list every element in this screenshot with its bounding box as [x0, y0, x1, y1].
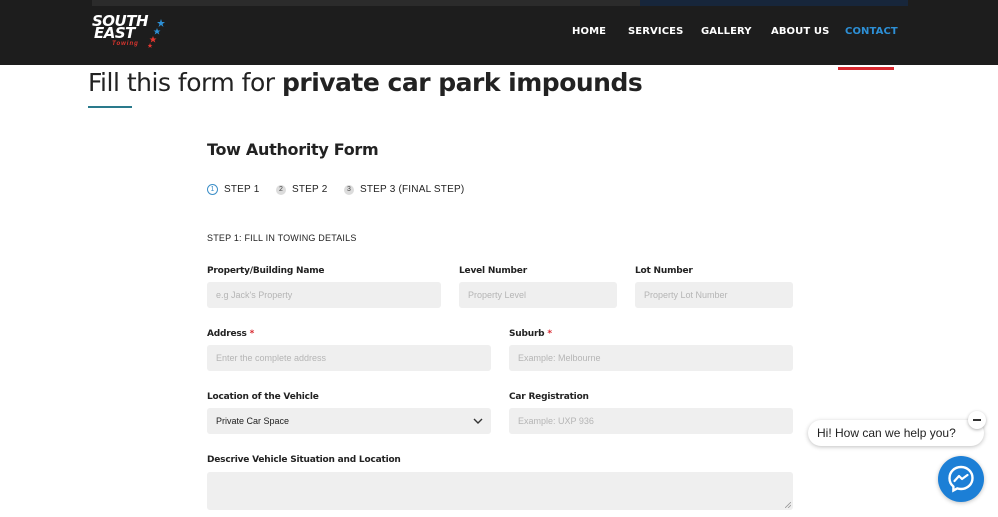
step-3-label: STEP 3 (FINAL STEP) — [360, 184, 465, 195]
messenger-button[interactable] — [938, 456, 984, 502]
top-strip-accent — [640, 0, 908, 6]
chat-dismiss-icon[interactable] — [968, 411, 986, 429]
address-input[interactable]: Enter the complete address — [207, 345, 491, 371]
level-input[interactable]: Property Level — [459, 282, 617, 308]
step-heading: STEP 1: FILL IN TOWING DETAILS — [207, 233, 357, 243]
step-1-label: STEP 1 — [224, 184, 260, 195]
logo-line-3: Towing — [112, 41, 139, 47]
property-input[interactable]: e.g Jack's Property — [207, 282, 441, 308]
messenger-icon — [948, 465, 974, 493]
level-label: Level Number — [459, 266, 527, 276]
chat-greeting-bubble[interactable]: Hi! How can we help you? — [808, 420, 984, 446]
step-3[interactable]: 3 STEP 3 (FINAL STEP) — [344, 184, 464, 195]
step-1-number: 1 — [207, 184, 218, 195]
location-label: Location of the Vehicle — [207, 392, 319, 402]
chevron-down-icon — [473, 418, 483, 424]
lot-label: Lot Number — [635, 266, 693, 276]
nav-about-us[interactable]: ABOUT US — [771, 26, 829, 37]
step-2-number: 2 — [276, 184, 286, 195]
page-title-normal: Fill this form for — [88, 68, 282, 97]
suburb-label: Suburb * — [509, 329, 552, 339]
address-label-text: Address — [207, 329, 247, 339]
step-3-number: 3 — [344, 184, 354, 195]
lot-input[interactable]: Property Lot Number — [635, 282, 793, 308]
address-label: Address * — [207, 329, 254, 339]
registration-label: Car Registration — [509, 392, 589, 402]
suburb-label-text: Suburb — [509, 329, 545, 339]
resize-grip-icon[interactable] — [785, 502, 791, 508]
property-label: Property/Building Name — [207, 266, 325, 276]
step-2[interactable]: 2 STEP 2 — [276, 184, 327, 195]
nav-services[interactable]: SERVICES — [628, 26, 683, 37]
top-strip — [92, 0, 908, 6]
step-1[interactable]: 1 STEP 1 — [207, 184, 259, 195]
nav-active-underline — [838, 67, 894, 70]
site-header: SOUTH EAST Towing HOME SERVICES GALLERY … — [0, 0, 998, 65]
nav-gallery[interactable]: GALLERY — [701, 26, 752, 37]
suburb-required-mark: * — [547, 329, 552, 339]
registration-input[interactable]: Example: UXP 936 — [509, 408, 793, 434]
title-underline — [88, 106, 132, 108]
address-required-mark: * — [249, 329, 255, 339]
location-select-value: Private Car Space — [216, 416, 290, 426]
nav-home[interactable]: HOME — [572, 26, 606, 37]
main-nav: HOME SERVICES GALLERY ABOUT US CONTACT — [0, 26, 998, 40]
situation-textarea[interactable] — [207, 472, 793, 510]
page-title: Fill this form for private car park impo… — [88, 68, 643, 97]
situation-label: Descrive Vehicle Situation and Location — [207, 455, 401, 465]
step-2-label: STEP 2 — [292, 184, 328, 195]
form-title: Tow Authority Form — [207, 140, 379, 159]
location-select[interactable]: Private Car Space — [207, 408, 491, 434]
suburb-input[interactable]: Example: Melbourne — [509, 345, 793, 371]
nav-contact[interactable]: CONTACT — [845, 26, 898, 37]
page-title-bold: private car park impounds — [281, 68, 643, 97]
